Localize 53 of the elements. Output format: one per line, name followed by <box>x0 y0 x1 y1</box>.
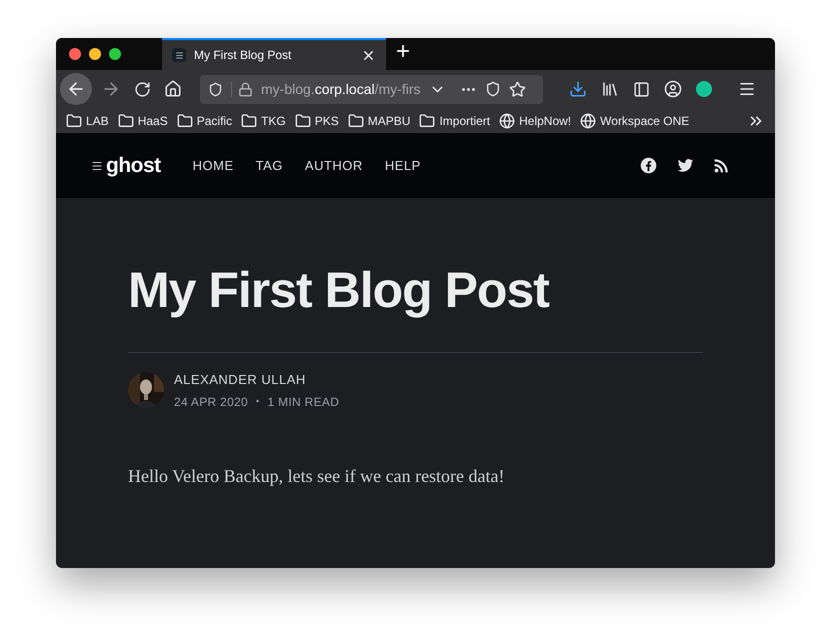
shield-icon[interactable] <box>208 82 223 96</box>
url-text[interactable]: my-blog.corp.local/my-firs <box>261 78 420 100</box>
author-name[interactable]: ALEXANDER ULLAH <box>174 370 340 390</box>
facebook-icon[interactable] <box>640 157 657 174</box>
folder-icon <box>66 112 82 128</box>
bookmark-item[interactable]: HelpNow! <box>499 112 572 130</box>
post-body: Hello Velero Backup, lets see if we can restore data! <box>128 464 506 488</box>
folder-icon <box>241 112 258 128</box>
rss-icon[interactable] <box>714 158 729 173</box>
bookmark-item[interactable]: LAB <box>66 112 109 130</box>
download-icon[interactable] <box>569 80 587 98</box>
nav-link[interactable]: HELP <box>384 156 421 176</box>
bookmark-item[interactable]: Pacific <box>176 112 232 130</box>
minimize-window-button[interactable] <box>89 48 101 60</box>
nav-link[interactable]: AUTHOR <box>304 156 363 176</box>
logo-icon <box>91 160 103 172</box>
back-button[interactable] <box>60 73 92 105</box>
folder-icon <box>419 112 436 128</box>
globe-icon <box>580 112 596 128</box>
bookmark-item[interactable]: PKS <box>294 112 339 130</box>
close-window-button[interactable] <box>69 48 81 60</box>
address-bar[interactable]: my-blog.corp.local/my-firs <box>200 74 543 104</box>
new-tab-button[interactable]: + <box>396 38 410 70</box>
ghost-favicon-icon <box>172 48 186 62</box>
bookmark-item[interactable]: TKG <box>241 112 286 130</box>
home-button[interactable] <box>164 80 182 98</box>
ghost-logo[interactable]: ghost <box>91 150 161 182</box>
folder-icon <box>176 112 193 128</box>
nav-link[interactable]: HOME <box>192 156 234 176</box>
account-icon[interactable] <box>664 80 682 98</box>
folder-icon <box>294 112 311 128</box>
bookmark-star-icon[interactable] <box>508 80 526 98</box>
post-date: 24 APR 2020 <box>174 394 248 410</box>
bookmark-item[interactable]: Importiert <box>419 112 490 130</box>
browser-tab[interactable]: My First Blog Post <box>162 38 386 70</box>
bookmark-item[interactable]: MAPBU <box>348 112 410 130</box>
bookmark-item[interactable]: Workspace ONE <box>580 112 690 130</box>
post-title: My First Blog Post <box>128 261 550 320</box>
bookmark-item[interactable]: HaaS <box>118 112 168 130</box>
globe-icon <box>499 112 516 128</box>
folder-icon <box>118 112 134 128</box>
meta-separator: • <box>256 394 260 408</box>
zoom-window-button[interactable] <box>109 48 121 60</box>
insecure-lock-icon[interactable] <box>238 82 253 96</box>
reload-button[interactable] <box>134 80 151 98</box>
sidebar-icon[interactable] <box>633 80 650 98</box>
menu-icon[interactable] <box>738 80 756 98</box>
reading-time: 1 MIN READ <box>267 394 340 410</box>
nav-link[interactable]: TAG <box>256 156 283 176</box>
library-icon[interactable] <box>601 80 619 98</box>
twitter-icon[interactable] <box>677 157 694 174</box>
extension-icon[interactable] <box>696 81 712 97</box>
folder-icon <box>348 112 364 128</box>
